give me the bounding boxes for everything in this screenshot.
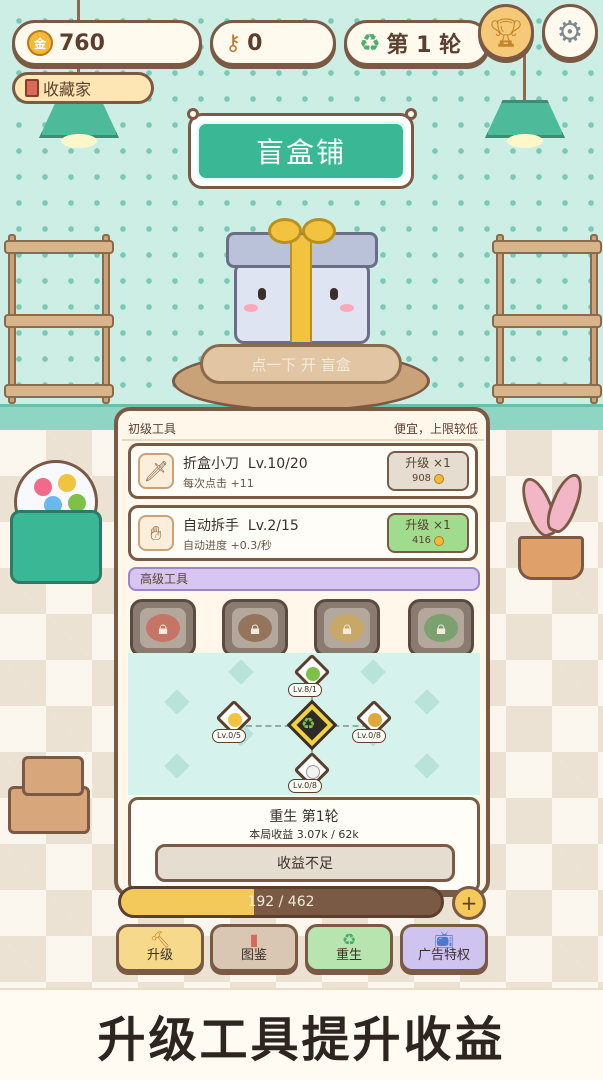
lock-icon: 🔒︎	[250, 617, 260, 639]
add-progress-button[interactable]: +	[452, 886, 486, 920]
locked-tool-slot-4[interactable]: 🔒︎	[408, 599, 474, 657]
open-progress-bar: 192 / 462	[118, 886, 444, 918]
pedestal-label: 点一下 开 盲盒	[200, 344, 402, 384]
box-cheek-right	[340, 304, 354, 312]
skill-node-top-level: Lv.8/1	[288, 683, 322, 697]
lock-icon: 🔒︎	[158, 617, 168, 639]
shelf-right	[492, 234, 602, 404]
lamp-glow-left	[61, 134, 97, 148]
skill-node-bottom-level: Lv.0/8	[288, 779, 322, 793]
locked-tool-slot-3[interactable]: 🔒︎	[314, 599, 380, 657]
tool-card-auto-hand: ✋︎ 自动拆手 Lv.2/15 自动进度 +0.3/秒 升级 ×1 416	[128, 505, 478, 561]
coin-icon	[434, 535, 445, 546]
shop-sign-title: 盲盒铺	[196, 121, 406, 181]
skill-tree: ♻ Lv.8/1 Lv.0/5 Lv.0/8 Lv.0/8	[128, 653, 480, 795]
recycle-icon: ♻	[341, 930, 357, 949]
nav-ad-perks-button[interactable]: 📺︎ 广告特权	[400, 924, 488, 972]
money-bag-icon	[368, 713, 382, 727]
box-eye-right	[330, 288, 338, 300]
lamp-glow-right	[507, 134, 543, 148]
lock-icon: 🔒︎	[436, 617, 446, 639]
shelf-left	[4, 234, 114, 404]
basic-tools-title: 初级工具	[128, 421, 177, 436]
upgrade-cost: 908	[411, 473, 432, 484]
skill-node-right-level: Lv.0/8	[352, 729, 386, 743]
locked-tool-slot-1[interactable]: 🔒︎	[130, 599, 196, 657]
tool-desc: 自动进度 +0.3/秒	[183, 539, 272, 552]
crate-top-icon	[22, 756, 84, 796]
key-icon: ⚷	[225, 30, 242, 56]
progress-text: 192 / 462	[247, 894, 315, 910]
upgrade-cost: 416	[411, 535, 432, 546]
key-counter: ⚷ 0	[210, 20, 336, 66]
tool-desc: 每次点击 +11	[183, 477, 254, 490]
rebirth-button[interactable]: 收益不足	[155, 844, 455, 882]
box-cheek-left	[244, 304, 258, 312]
nav-rebirth-button[interactable]: ♻ 重生	[305, 924, 393, 972]
recycle-icon: ♻	[359, 29, 381, 57]
tool-name: 自动拆手 Lv.2/15	[183, 518, 299, 534]
nav-collection-button[interactable]: ▮ 图鉴	[210, 924, 298, 972]
advanced-tools-header: 高级工具	[128, 567, 480, 591]
tool-name: 折盒小刀 Lv.10/20	[183, 456, 308, 472]
lamp-cord-right	[523, 50, 526, 100]
basic-tools-note: 便宜，上限较低	[393, 421, 478, 436]
nav-label: 广告特权	[417, 948, 470, 963]
tv-icon: 📺︎	[433, 930, 455, 949]
rebirth-income: 本局收益 3.07k / 62k	[249, 828, 359, 841]
hand-gold-icon	[228, 713, 242, 727]
basic-tools-header: 初级工具 便宜，上限较低	[128, 417, 478, 439]
book-icon	[25, 79, 39, 97]
locked-tool-slot-2[interactable]: 🔒︎	[222, 599, 288, 657]
dice-icon	[306, 765, 320, 779]
box-eye-left	[258, 288, 266, 300]
nav-label: 升级	[146, 948, 173, 963]
upgrade-knife-button[interactable]: 升级 ×1 908	[387, 451, 469, 491]
coin-icon	[434, 473, 445, 484]
nav-label: 图鉴	[240, 948, 267, 963]
tool-card-knife: 🗡︎ 折盒小刀 Lv.10/20 每次点击 +11 升级 ×1 908	[128, 443, 478, 499]
nav-upgrade-button[interactable]: 🔨︎ 升级	[116, 924, 204, 972]
trophy-button[interactable]: 🏆︎	[478, 4, 534, 60]
round-counter: ♻ 第 1 轮	[344, 20, 490, 66]
rebirth-card: 重生 第1轮 本局收益 3.07k / 62k 收益不足	[128, 797, 480, 893]
nav-label: 重生	[335, 948, 362, 963]
hammer-icon: 🔨︎	[149, 930, 171, 949]
round-value: 第 1 轮	[386, 33, 462, 58]
settings-button[interactable]: ⚙	[542, 4, 598, 60]
bow-right-icon	[302, 218, 336, 244]
trophy-icon: 🏆︎	[488, 15, 524, 49]
coin-icon: 金	[27, 30, 53, 56]
green-orb-icon	[306, 667, 320, 681]
lock-icon: 🔒︎	[342, 617, 352, 639]
book-icon: ▮	[249, 930, 259, 949]
gear-icon: ⚙	[556, 14, 584, 50]
coin-value: 760	[59, 30, 105, 56]
rebirth-title: 重生 第1轮	[269, 809, 339, 825]
coin-counter: 金 760	[12, 20, 202, 66]
hand-icon: ✋︎	[138, 515, 174, 551]
title-badge[interactable]: 收藏家	[12, 72, 154, 104]
gacha-machine-icon	[10, 460, 102, 584]
title-badge-label: 收藏家	[43, 80, 92, 99]
knife-icon: 🗡︎	[138, 453, 174, 489]
shop-sign: 盲盒铺	[187, 108, 417, 189]
key-value: 0	[247, 30, 263, 56]
tools-panel: 初级工具 便宜，上限较低 🗡︎ 折盒小刀 Lv.10/20 每次点击 +11 升…	[114, 407, 490, 897]
skill-node-left-level: Lv.0/5	[212, 729, 246, 743]
promo-caption: 升级工具提升收益	[0, 988, 603, 1080]
plus-icon: +	[460, 891, 478, 915]
potted-plant-icon	[512, 469, 592, 580]
bow-left-icon	[268, 218, 302, 244]
recycle-icon: ♻	[301, 714, 316, 733]
upgrade-auto-hand-button[interactable]: 升级 ×1 416	[387, 513, 469, 553]
blind-box-ribbon	[290, 236, 312, 342]
